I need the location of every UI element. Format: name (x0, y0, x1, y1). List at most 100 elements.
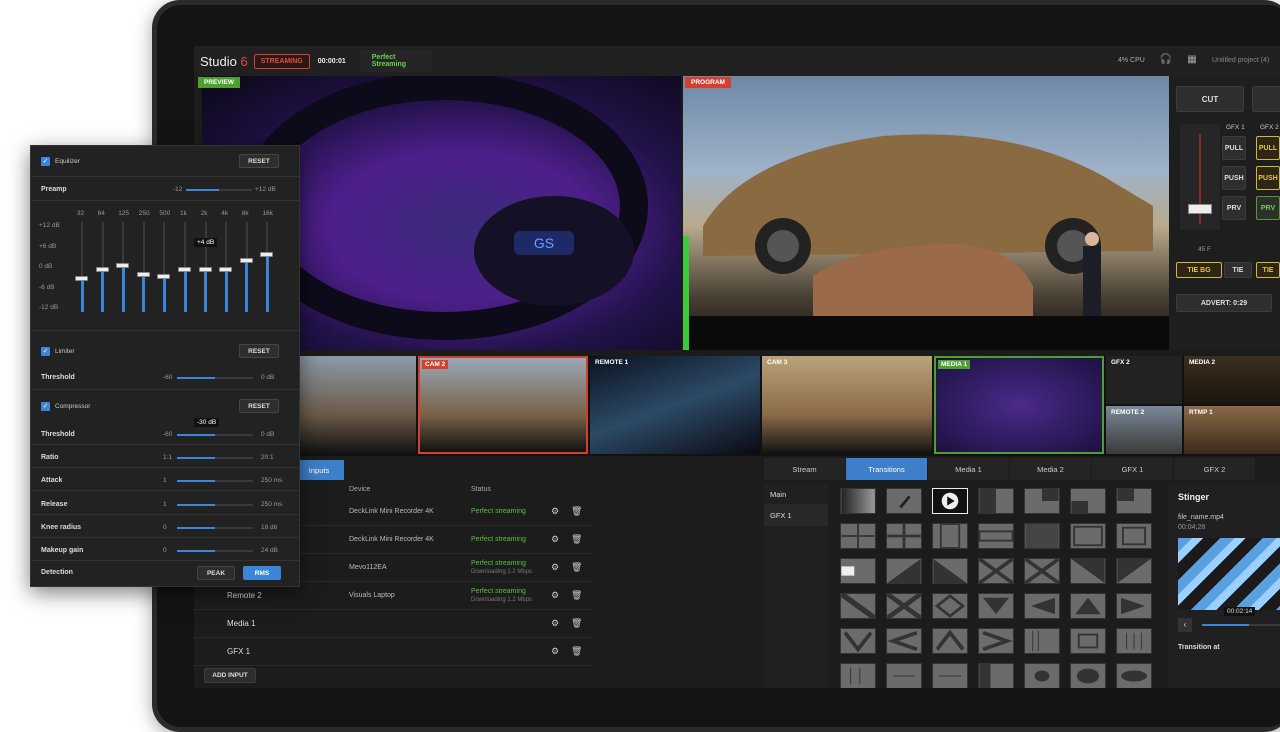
prev-icon[interactable]: ‹ (1178, 618, 1192, 632)
transition-cell[interactable] (1024, 593, 1060, 619)
param-slider[interactable] (177, 457, 253, 460)
stinger-transition[interactable] (932, 488, 968, 514)
tab-media-2[interactable]: Media 2 (1010, 458, 1092, 480)
transition-cell[interactable] (978, 663, 1014, 688)
band-knob[interactable] (157, 273, 171, 279)
trash-icon[interactable]: 🗑 (571, 506, 582, 517)
gear-icon[interactable]: ⚙ (551, 618, 559, 629)
transition-cell[interactable] (1024, 558, 1060, 584)
transition-cell[interactable] (978, 628, 1014, 654)
thumb-gfx-2[interactable]: GFX 2 (1106, 356, 1182, 404)
transition-cell[interactable] (1070, 593, 1106, 619)
compressor-checkbox[interactable]: ✓ (41, 402, 50, 411)
band-knob[interactable] (239, 257, 253, 263)
tab-inputs[interactable]: Inputs (294, 460, 344, 480)
cut-button[interactable]: CUT (1176, 86, 1244, 112)
trash-icon[interactable]: 🗑 (571, 562, 582, 573)
param-slider[interactable] (177, 526, 253, 529)
transition-cell[interactable] (932, 558, 968, 584)
transition-cell[interactable] (1070, 523, 1106, 549)
transition-cell[interactable] (932, 628, 968, 654)
transition-cell[interactable] (1024, 663, 1060, 688)
thumb-remote-1[interactable]: REMOTE 1 (590, 356, 760, 454)
group-gfx1[interactable]: GFX 1 (770, 511, 792, 520)
table-row[interactable]: Media 1 ⚙ 🗑 (194, 610, 592, 638)
gfx2-push-button[interactable]: PUSH (1256, 166, 1280, 190)
thumb-rtmp-1[interactable]: RTMP 1 (1184, 406, 1280, 454)
project-name[interactable]: Untitled project (4) (1212, 57, 1269, 64)
compressor-reset-button[interactable]: RESET (239, 399, 279, 413)
preamp-slider[interactable] (186, 189, 252, 191)
thumb-remote-2[interactable]: REMOTE 2 (1106, 406, 1182, 454)
transition-cell[interactable] (1116, 663, 1152, 688)
group-main[interactable]: Main (770, 490, 786, 499)
tab-media-1[interactable]: Media 1 (928, 458, 1010, 480)
tie-bg-button[interactable]: TIE BG (1176, 262, 1222, 278)
gfx1-pull-button[interactable]: PULL (1222, 136, 1246, 160)
transition-cell[interactable] (1116, 523, 1152, 549)
row-device[interactable]: Visuals Laptop (349, 592, 395, 599)
transition-cell[interactable] (840, 523, 876, 549)
trash-icon[interactable]: 🗑 (571, 534, 582, 545)
band-knob[interactable] (75, 275, 88, 281)
band-knob[interactable] (260, 252, 274, 258)
transition-cell[interactable] (932, 523, 968, 549)
table-row[interactable]: GFX 1 ⚙ 🗑 (194, 638, 592, 666)
limiter-checkbox[interactable]: ✓ (41, 347, 50, 356)
gear-icon[interactable]: ⚙ (551, 646, 559, 657)
transition-cell[interactable] (1070, 663, 1106, 688)
thumb-cam-2[interactable]: CAM 2 (418, 356, 588, 454)
param-slider[interactable] (177, 550, 253, 552)
limiter-reset-button[interactable]: RESET (239, 344, 279, 358)
band-knob[interactable] (95, 266, 109, 272)
transition-cell[interactable] (886, 593, 922, 619)
tab-stream[interactable]: Stream (764, 458, 846, 480)
transition-cell[interactable] (840, 488, 876, 514)
peak-button[interactable]: PEAK (197, 566, 235, 580)
thumb-media-1[interactable]: MEDIA 1 (934, 356, 1104, 454)
thumb-cam-3[interactable]: CAM 3 (762, 356, 932, 454)
auto-button[interactable] (1252, 86, 1280, 112)
add-input-button[interactable]: ADD INPUT (204, 668, 256, 683)
rms-button[interactable]: RMS (243, 566, 281, 580)
transition-cell[interactable] (840, 628, 876, 654)
band-knob[interactable] (219, 266, 233, 272)
equalizer-reset-button[interactable]: RESET (239, 154, 279, 168)
trash-icon[interactable]: 🗑 (571, 646, 582, 657)
transition-cell[interactable] (840, 663, 876, 688)
transition-cell[interactable] (932, 593, 968, 619)
program-viewer[interactable] (683, 76, 1169, 350)
transition-cell[interactable] (886, 663, 922, 688)
headphones-icon[interactable]: 🎧 (1158, 54, 1174, 68)
transition-cell[interactable] (978, 488, 1014, 514)
gfx1-push-button[interactable]: PUSH (1222, 166, 1246, 190)
equalizer-checkbox[interactable]: ✓ (41, 157, 50, 166)
band-knob[interactable] (178, 266, 191, 272)
gear-icon[interactable]: ⚙ (551, 506, 559, 517)
t-bar-handle[interactable] (1188, 204, 1212, 214)
tab-gfx-2[interactable]: GFX 2 (1174, 458, 1256, 480)
param-slider[interactable] (177, 434, 253, 436)
transition-cell[interactable] (1070, 558, 1106, 584)
transition-cell[interactable] (1024, 523, 1060, 549)
transition-cell[interactable] (840, 558, 876, 584)
transition-cell[interactable] (1116, 593, 1152, 619)
trash-icon[interactable]: 🗑 (571, 590, 582, 601)
param-slider[interactable] (177, 503, 253, 506)
limiter-threshold-slider[interactable] (177, 377, 253, 379)
transition-cell[interactable] (1024, 628, 1060, 654)
gear-icon[interactable]: ⚙ (551, 590, 559, 601)
transition-cell[interactable] (886, 488, 922, 514)
row-device[interactable]: DeckLink Mini Recorder 4K (349, 536, 434, 543)
row-device[interactable]: Mevo112EA (349, 564, 387, 571)
gfx2-prv-button[interactable]: PRV (1256, 196, 1280, 220)
trash-icon[interactable]: 🗑 (571, 618, 582, 629)
transition-cell[interactable] (1024, 488, 1060, 514)
band-knob[interactable] (136, 272, 150, 278)
transition-cell[interactable] (978, 593, 1014, 619)
transition-cell[interactable] (1116, 628, 1152, 654)
transition-cell[interactable] (840, 593, 876, 619)
gfx1-prv-button[interactable]: PRV (1222, 196, 1246, 220)
tab-transitions[interactable]: Transitions (846, 458, 928, 480)
advert-button[interactable]: ADVERT: 0:29 (1176, 294, 1272, 312)
